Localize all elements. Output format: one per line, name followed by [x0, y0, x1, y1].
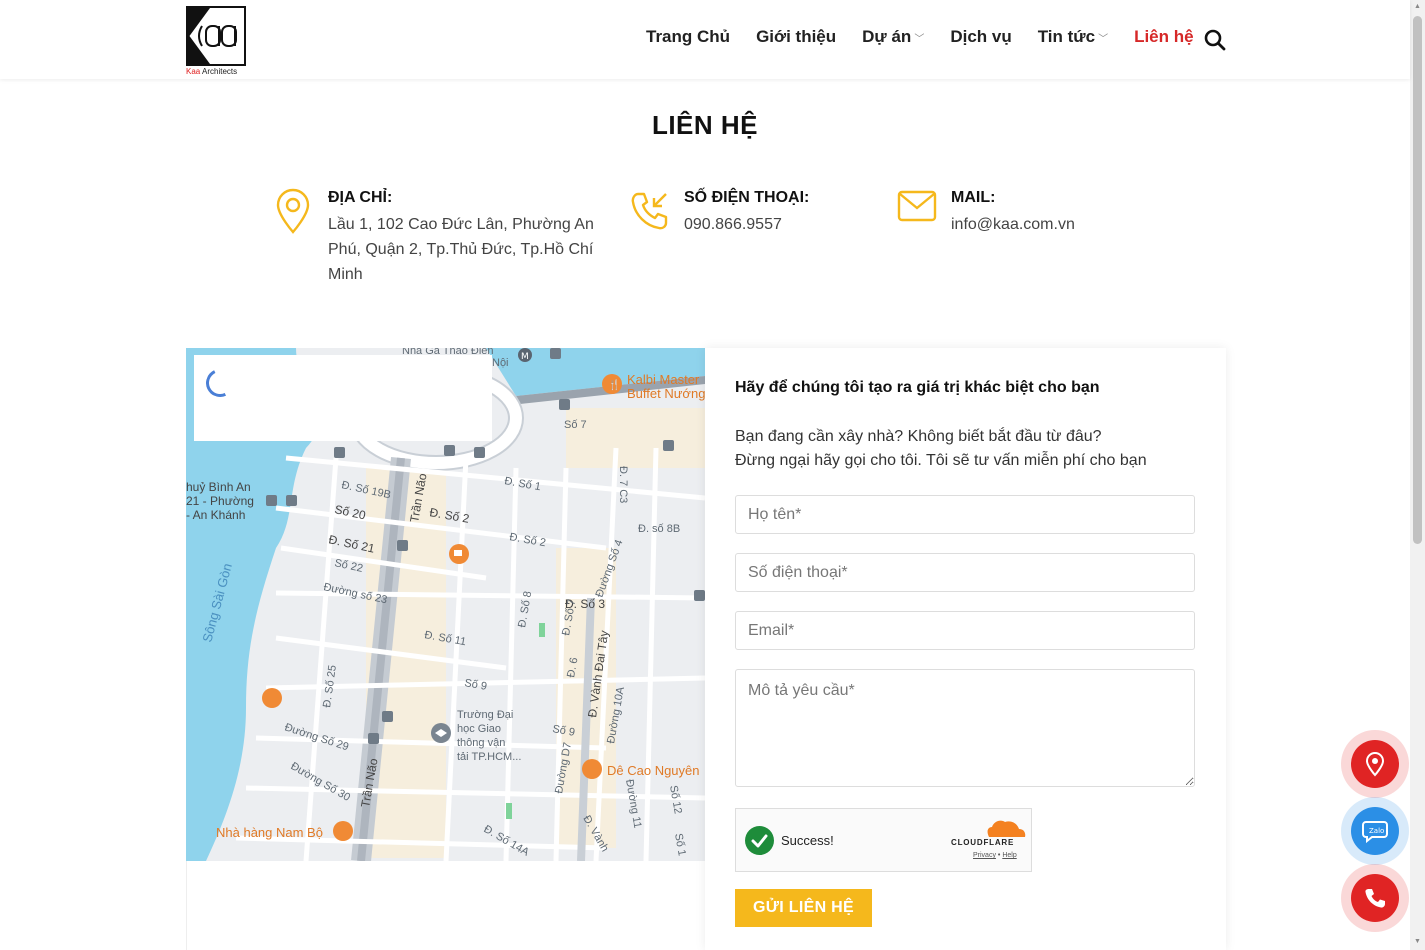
restaurant-marker-icon[interactable]: [333, 821, 353, 841]
nav-item-tin-tuc[interactable]: Tin tức ﹀: [1038, 27, 1108, 47]
floating-map-button[interactable]: [1341, 730, 1409, 798]
google-map[interactable]: Nhà Ga Thảo Điền Nội Kalbi Master Buffet…: [186, 348, 705, 861]
svg-text:tải TP.HCM...: tải TP.HCM...: [457, 751, 521, 763]
page: Kaa Architects Trang Chủ Giới thiệu Dự á…: [0, 0, 1425, 950]
cloudflare-captcha[interactable]: Success! CLOUDFLARE Privacy • Help: [735, 808, 1032, 872]
mail-block: MAIL: info@kaa.com.vn: [897, 186, 1117, 246]
restaurant-marker-icon[interactable]: [582, 759, 602, 779]
page-scrollbar[interactable]: ▲ ▼: [1410, 0, 1425, 950]
check-icon: [745, 826, 774, 855]
nav-item-gioi-thieu[interactable]: Giới thiệu: [756, 27, 836, 47]
scrollbar-thumb[interactable]: [1413, 16, 1422, 544]
svg-text:Buffet Nướng: Buffet Nướng: [627, 386, 705, 401]
submit-button[interactable]: GỬI LIÊN HỆ: [735, 889, 872, 927]
site-logo[interactable]: Kaa Architects: [186, 6, 246, 76]
captcha-links: Privacy • Help: [973, 852, 1017, 859]
svg-text:Nội: Nội: [492, 357, 509, 369]
svg-text:21 - Phường: 21 - Phường: [186, 494, 254, 508]
phone-field[interactable]: [735, 553, 1195, 592]
mail-label: MAIL:: [951, 189, 996, 206]
svg-text:🍴: 🍴: [608, 378, 620, 391]
address-value: Lầu 1, 102 Cao Đức Lân, Phường An Phú, Q…: [328, 216, 594, 283]
nav-item-du-an[interactable]: Dự án ﹀: [862, 27, 924, 47]
floating-call-button[interactable]: [1341, 864, 1409, 932]
message-field[interactable]: [735, 669, 1195, 787]
mail-value[interactable]: info@kaa.com.vn: [951, 212, 1075, 237]
phone-value[interactable]: 090.866.9557: [684, 212, 782, 237]
site-header: Kaa Architects Trang Chủ Giới thiệu Dự á…: [0, 0, 1410, 79]
phone-call-icon: [1365, 889, 1385, 908]
page-title: LIÊN HỆ: [651, 110, 759, 140]
address-label: ĐỊA CHỈ:: [328, 189, 393, 206]
nav-item-dich-vu[interactable]: Dịch vụ: [950, 27, 1011, 47]
svg-text:huỷ Bình An: huỷ Bình An: [186, 480, 251, 494]
svg-text:Nhà hàng Nam Bộ: Nhà hàng Nam Bộ: [216, 825, 323, 840]
svg-text:Đ. số 8B: Đ. số 8B: [638, 523, 680, 535]
svg-text:Dê Cao Nguyên: Dê Cao Nguyên: [607, 763, 700, 778]
scroll-up-icon[interactable]: ▲: [1413, 3, 1422, 11]
svg-text:Số 7: Số 7: [564, 419, 587, 431]
svg-text:Đ. 7 C3: Đ. 7 C3: [617, 466, 629, 503]
restaurant-marker-icon[interactable]: 🍴: [602, 374, 622, 394]
map-footer-space: [186, 861, 705, 950]
svg-text:Kalbi Master: Kalbi Master: [627, 372, 700, 387]
nav-item-lien-he[interactable]: Liên hệ: [1134, 27, 1194, 47]
map-loading-panel: [194, 355, 492, 441]
name-field[interactable]: [735, 495, 1195, 534]
email-field[interactable]: [735, 611, 1195, 650]
svg-text:thông vận: thông vận: [457, 737, 505, 749]
cafe-marker-icon[interactable]: [449, 544, 469, 564]
nav-item-trang-chu[interactable]: Trang Chủ: [646, 27, 730, 47]
chevron-down-icon: ﹀: [914, 33, 925, 45]
svg-text:Trường Đại: Trường Đại: [457, 709, 513, 721]
phone-block: SỐ ĐIỆN THOẠI: 090.866.9557: [630, 186, 850, 246]
chevron-down-icon: ﹀: [1098, 33, 1109, 45]
logo-mark: [186, 6, 246, 66]
captcha-privacy-link[interactable]: Privacy: [973, 852, 996, 859]
address-block: ĐỊA CHỈ: Lầu 1, 102 Cao Đức Lân, Phường …: [274, 186, 604, 286]
phone-label: SỐ ĐIỆN THOẠI:: [684, 189, 810, 206]
school-marker-icon[interactable]: [431, 723, 451, 743]
captcha-status: Success!: [781, 833, 834, 848]
location-pin-icon: [274, 188, 312, 239]
svg-text:học Giao: học Giao: [457, 723, 501, 735]
captcha-brand: CLOUDFLARE: [951, 838, 1015, 847]
scroll-down-icon[interactable]: ▼: [1413, 938, 1422, 946]
metro-marker-icon[interactable]: M: [518, 348, 532, 362]
floating-zalo-button[interactable]: Zalo: [1341, 797, 1409, 865]
search-icon[interactable]: [1203, 28, 1227, 52]
captcha-help-link[interactable]: Help: [1002, 852, 1016, 859]
logo-text: Kaa Architects: [186, 67, 238, 76]
contact-form: Hãy để chúng tôi tạo ra giá trị khác biệ…: [705, 348, 1226, 950]
svg-text:M: M: [521, 352, 529, 362]
map-marker-icon: [1365, 752, 1385, 777]
loading-spinner-icon: [202, 365, 238, 401]
phone-incoming-icon: [630, 188, 670, 237]
restaurant-marker-icon[interactable]: [262, 688, 282, 708]
envelope-icon: [897, 190, 937, 227]
svg-text:- An Khánh: - An Khánh: [186, 508, 245, 522]
form-description: Bạn đang cần xây nhà? Không biết bắt đầu…: [735, 428, 1147, 469]
main-nav: Trang Chủ Giới thiệu Dự án ﹀ Dịch vụ Tin …: [646, 27, 1220, 47]
form-heading: Hãy để chúng tôi tạo ra giá trị khác biệ…: [735, 379, 1100, 396]
svg-text:Zalo: Zalo: [1369, 827, 1384, 835]
zalo-chat-icon: Zalo: [1362, 821, 1388, 843]
